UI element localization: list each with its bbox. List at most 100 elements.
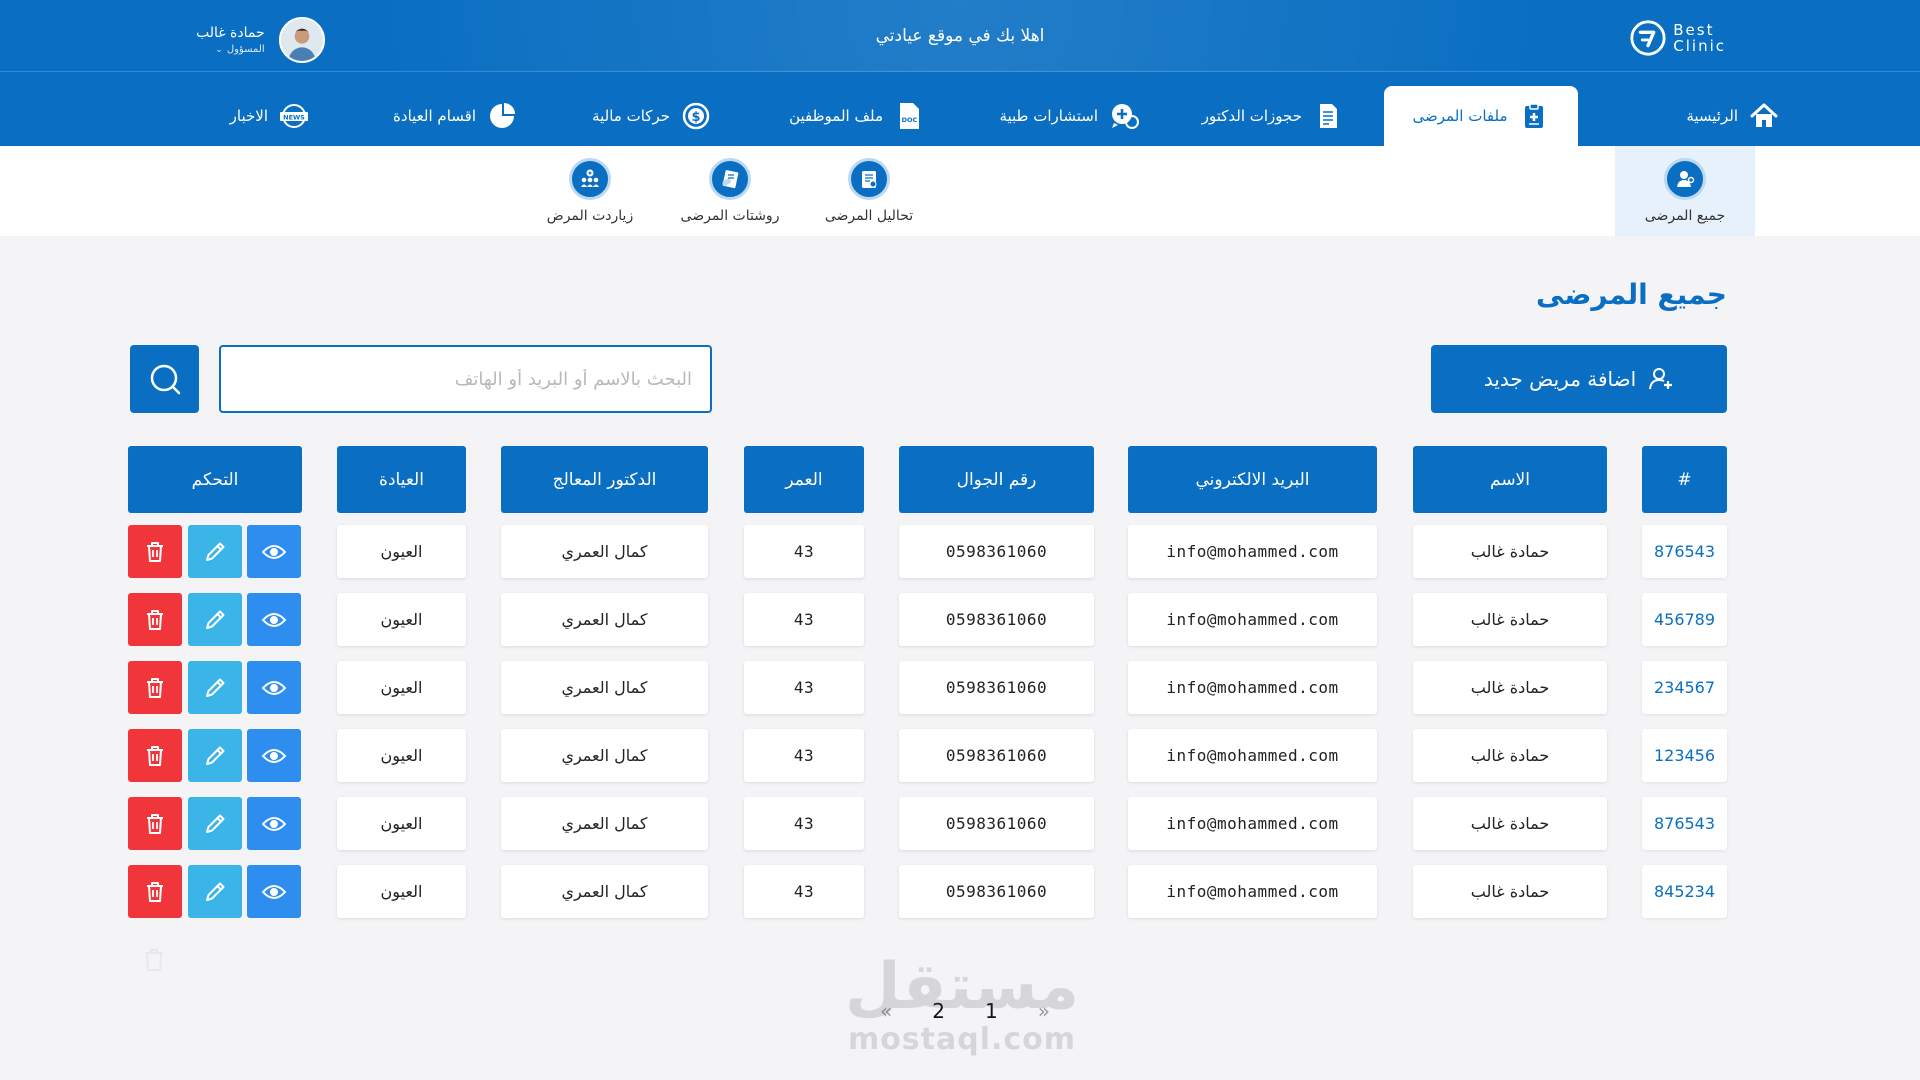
search-icon xyxy=(150,364,180,395)
cell-id[interactable]: 845234 xyxy=(1642,865,1727,918)
view-button[interactable] xyxy=(247,865,301,918)
cell-age: 43 xyxy=(744,729,864,782)
trash-icon xyxy=(147,881,163,902)
pencil-icon xyxy=(206,882,225,901)
edit-button[interactable] xyxy=(188,525,242,578)
subnav-label: جميع المرضى xyxy=(1644,208,1726,224)
nav-label: اقسام العيادة xyxy=(393,107,476,125)
cell-email: info@mohammed.com xyxy=(1128,865,1377,918)
svg-text:$: $ xyxy=(691,110,700,125)
nav-item-home[interactable]: الرئيسية xyxy=(1650,86,1780,146)
view-button[interactable] xyxy=(247,525,301,578)
nav-item-employee-files[interactable]: DOC ملف الموظفين xyxy=(765,86,925,146)
nav-item-doctor-bookings[interactable]: حجوزات الدكتور xyxy=(1184,86,1344,146)
avatar[interactable] xyxy=(278,17,325,63)
trash-icon xyxy=(147,813,163,834)
cell-clinic: العيون xyxy=(337,797,466,850)
cell-name: حمادة غالب xyxy=(1413,797,1607,850)
pie-chart-icon xyxy=(486,100,518,132)
edit-button[interactable] xyxy=(188,593,242,646)
nav-item-news[interactable]: NEWS الاخبار xyxy=(210,86,310,146)
home-icon xyxy=(1748,100,1780,132)
cell-age: 43 xyxy=(744,797,864,850)
nav-label: الرئيسية xyxy=(1686,107,1738,125)
svg-text:NEWS: NEWS xyxy=(283,114,305,122)
edit-button[interactable] xyxy=(188,661,242,714)
edit-button[interactable] xyxy=(188,797,242,850)
eye-icon xyxy=(261,748,287,763)
delete-button[interactable] xyxy=(128,593,182,646)
header-phone: رقم الجوال xyxy=(899,446,1094,513)
pencil-icon xyxy=(206,746,225,765)
watermark-latin: mostaql.com xyxy=(847,1022,1077,1057)
view-button[interactable] xyxy=(247,661,301,714)
cell-id[interactable]: 876543 xyxy=(1642,525,1727,578)
cell-phone: 0598361060 xyxy=(899,729,1094,782)
edit-button[interactable] xyxy=(188,865,242,918)
header-doctor: الدكتور المعالج xyxy=(501,446,708,513)
cell-id[interactable]: 234567 xyxy=(1642,661,1727,714)
cell-id[interactable]: 876543 xyxy=(1642,797,1727,850)
delete-button[interactable] xyxy=(128,797,182,850)
page-title: جميع المرضى xyxy=(1536,278,1727,311)
cell-age: 43 xyxy=(744,525,864,578)
pencil-icon xyxy=(206,542,225,561)
subnav-label: تحاليل المرضى xyxy=(824,208,914,224)
subnav-label: روشتات المرضى xyxy=(680,208,780,224)
search-button[interactable] xyxy=(130,345,199,413)
delete-button[interactable] xyxy=(128,865,182,918)
header-clinic: العيادة xyxy=(337,446,466,513)
nav-item-medical-consultations[interactable]: استشارات طبية xyxy=(980,86,1140,146)
delete-button[interactable] xyxy=(128,525,182,578)
subnav-label: زياردت المرض xyxy=(546,208,634,224)
top-header: Best Clinic اهلا بك في موقع عيادتي حمادة… xyxy=(0,0,1920,72)
view-button[interactable] xyxy=(247,797,301,850)
subnav-item-analyses[interactable]: تحاليل المرضى xyxy=(799,146,939,236)
view-button[interactable] xyxy=(247,729,301,782)
cell-doctor: كمال العمري xyxy=(501,661,708,714)
cell-name: حمادة غالب xyxy=(1413,525,1607,578)
cell-age: 43 xyxy=(744,865,864,918)
cell-id[interactable]: 123456 xyxy=(1642,729,1727,782)
subnav-item-prescriptions[interactable]: روشتات المرضى xyxy=(660,146,800,236)
nav-item-financial-transactions[interactable]: $ حركات مالية xyxy=(572,86,712,146)
pencil-icon xyxy=(206,678,225,697)
delete-button[interactable] xyxy=(128,729,182,782)
header-name: الاسم xyxy=(1413,446,1607,513)
edit-button[interactable] xyxy=(188,729,242,782)
nav-item-patient-files[interactable]: ملفات المرضى xyxy=(1384,86,1578,146)
watermark-arabic: مستقل xyxy=(844,950,1080,1024)
trash-icon xyxy=(147,609,163,630)
cell-id[interactable]: 456789 xyxy=(1642,593,1727,646)
view-button[interactable] xyxy=(247,593,301,646)
cell-email: info@mohammed.com xyxy=(1128,525,1377,578)
eye-icon xyxy=(261,884,287,899)
cell-doctor: كمال العمري xyxy=(501,865,708,918)
cell-clinic: العيون xyxy=(337,593,466,646)
add-patient-button[interactable]: اضافة مريض جديد xyxy=(1431,345,1727,413)
patient-doctor-icon xyxy=(1664,158,1706,200)
cell-email: info@mohammed.com xyxy=(1128,797,1377,850)
subnav-item-all-patients[interactable]: جميع المرضى xyxy=(1615,146,1755,236)
pencil-icon xyxy=(206,814,225,833)
user-name: حمادة غالب xyxy=(196,25,265,41)
search-input[interactable] xyxy=(219,345,712,413)
trash-icon xyxy=(145,949,163,971)
lab-analysis-icon xyxy=(848,158,890,200)
cell-phone: 0598361060 xyxy=(899,525,1094,578)
header-id: # xyxy=(1642,446,1727,513)
nav-label: استشارات طبية xyxy=(999,107,1098,125)
subnav-item-patient-visits[interactable]: زياردت المرض xyxy=(520,146,660,236)
nav-item-clinic-departments[interactable]: اقسام العيادة xyxy=(368,86,518,146)
user-menu[interactable]: حمادة غالب ⌄ المسؤول xyxy=(196,16,325,64)
sub-nav: جميع المرضى زياردت المرض روشتات المرضى ت… xyxy=(0,146,1920,236)
delete-button[interactable] xyxy=(128,661,182,714)
cell-clinic: العيون xyxy=(337,729,466,782)
doc-file-icon: DOC xyxy=(893,100,925,132)
trash-icon xyxy=(147,541,163,562)
pencil-icon xyxy=(206,610,225,629)
cell-email: info@mohammed.com xyxy=(1128,593,1377,646)
add-patient-label: اضافة مريض جديد xyxy=(1483,367,1637,391)
cell-email: info@mohammed.com xyxy=(1128,661,1377,714)
add-user-icon xyxy=(1649,368,1673,390)
